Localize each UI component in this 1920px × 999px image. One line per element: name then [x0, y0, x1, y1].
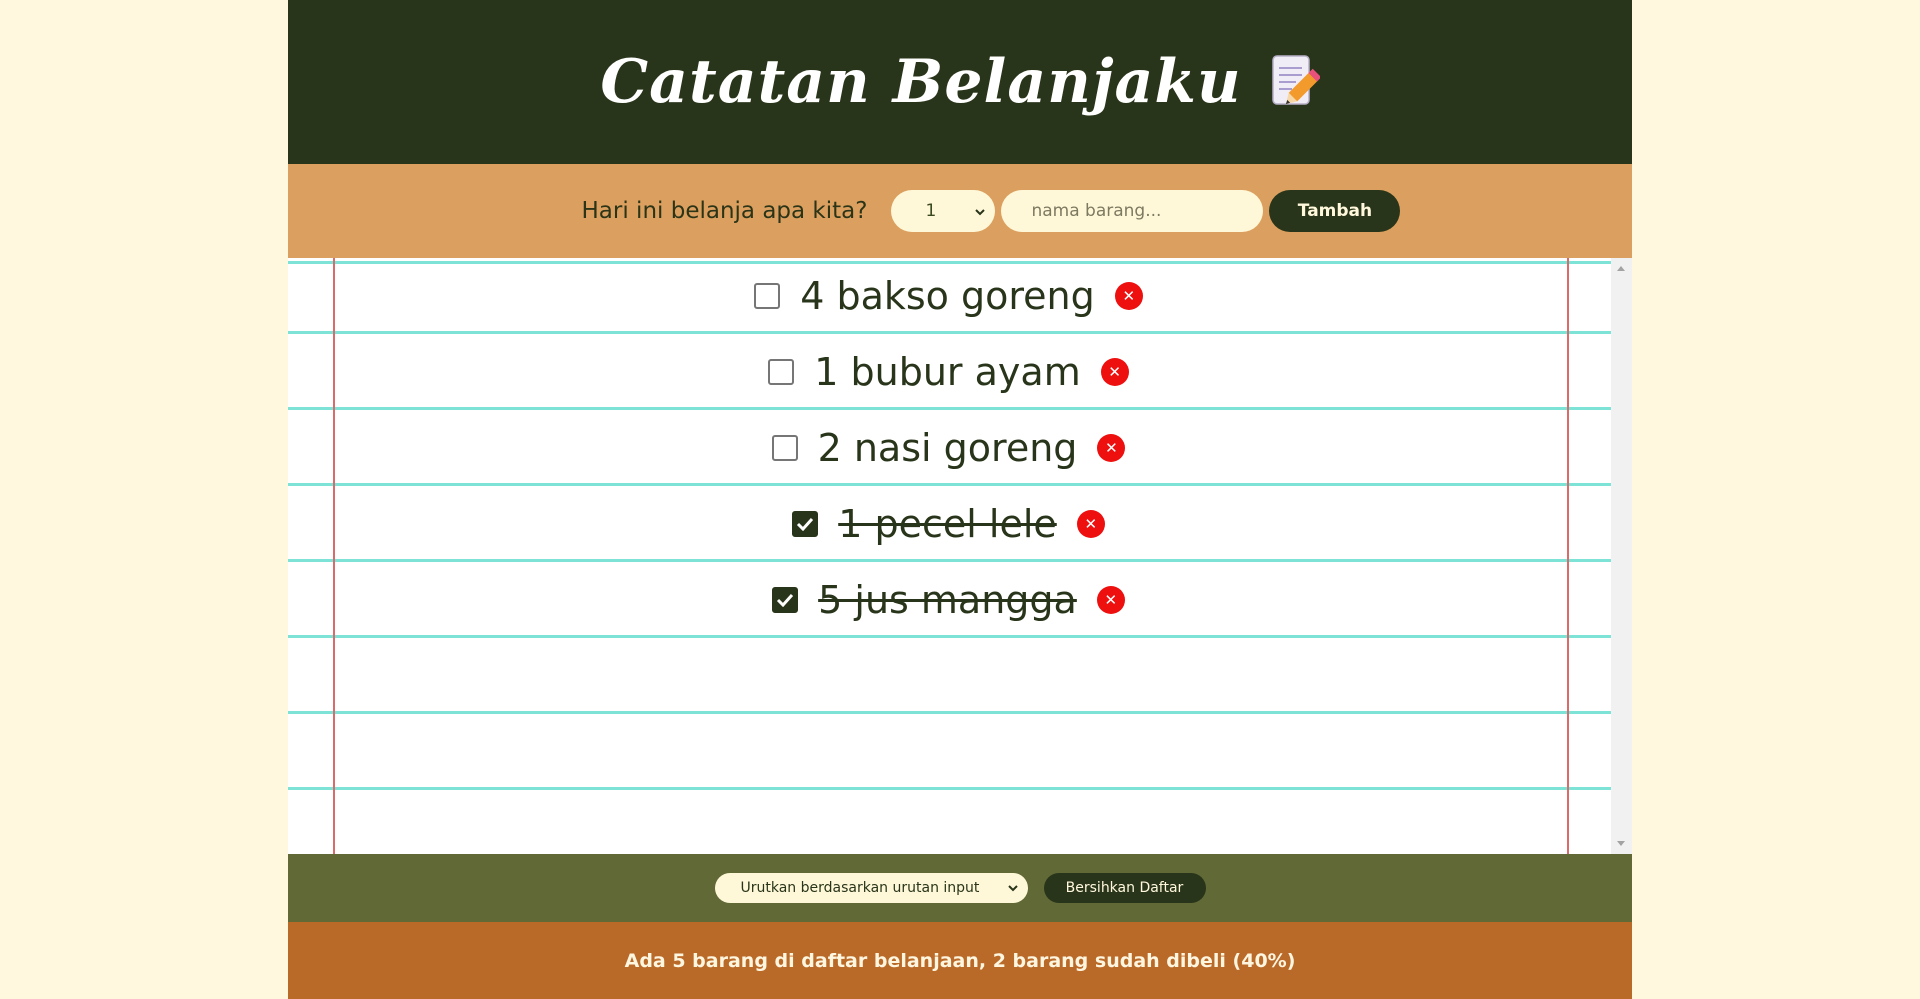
item-checkbox-checked[interactable] — [792, 511, 819, 537]
close-icon: ✕ — [1108, 363, 1121, 381]
list-item: 5 jus mangga ✕ — [288, 562, 1611, 638]
add-button[interactable]: Tambah — [1269, 190, 1401, 232]
item-checkbox[interactable] — [768, 359, 795, 385]
item-name-input[interactable] — [1001, 190, 1264, 232]
scroll-down-arrow-icon[interactable] — [1617, 841, 1625, 846]
list-item: 4 bakso goreng ✕ — [288, 258, 1611, 334]
shopping-list-app: Catatan Belanjaku Hari ini belanja apa k… — [288, 0, 1632, 999]
checkmark-icon — [797, 517, 814, 531]
quantity-selected-value: 1 — [925, 201, 937, 221]
sort-select[interactable]: Urutkan berdasarkan urutan input — [714, 873, 1028, 903]
close-icon: ✕ — [1105, 439, 1118, 457]
stats-text: Ada 5 barang di daftar belanjaan, 2 bara… — [624, 949, 1296, 972]
list-scrollbar[interactable] — [1611, 258, 1632, 854]
form-prompt: Hari ini belanja apa kita? — [581, 198, 868, 224]
checkmark-icon — [777, 593, 794, 607]
scroll-up-arrow-icon[interactable] — [1617, 266, 1625, 271]
shopping-list: 4 bakso goreng ✕ 1 bubur ayam ✕ 2 nasi g… — [288, 258, 1632, 854]
item-list: 4 bakso goreng ✕ 1 bubur ayam ✕ 2 nasi g… — [288, 258, 1611, 638]
clear-list-button[interactable]: Bersihkan Daftar — [1043, 873, 1206, 903]
item-checkbox[interactable] — [771, 435, 798, 461]
list-item: 1 bubur ayam ✕ — [288, 334, 1611, 410]
header: Catatan Belanjaku — [288, 0, 1632, 164]
delete-item-button[interactable]: ✕ — [1114, 282, 1143, 310]
item-label: 5 jus mangga — [818, 578, 1077, 622]
quantity-select[interactable]: 1 — [891, 190, 996, 232]
stats-footer: Ada 5 barang di daftar belanjaan, 2 bara… — [288, 922, 1632, 999]
page-title: Catatan Belanjaku — [600, 47, 1242, 117]
item-label: 2 nasi goreng — [817, 426, 1078, 470]
item-label: 1 pecel lele — [838, 502, 1057, 546]
item-label: 1 bubur ayam — [814, 350, 1081, 394]
close-icon: ✕ — [1122, 287, 1136, 305]
memo-pencil-icon — [1270, 54, 1321, 110]
delete-item-button[interactable]: ✕ — [1076, 510, 1105, 538]
item-label: 4 bakso goreng — [800, 274, 1095, 318]
delete-item-button[interactable]: ✕ — [1100, 358, 1129, 386]
item-checkbox[interactable] — [754, 283, 781, 309]
list-item: 1 pecel lele ✕ — [288, 486, 1611, 562]
delete-item-button[interactable]: ✕ — [1097, 434, 1126, 462]
add-item-form: Hari ini belanja apa kita? 1 Tambah — [288, 164, 1632, 258]
delete-item-button[interactable]: ✕ — [1096, 586, 1125, 614]
list-tools-bar: Urutkan berdasarkan urutan input Bersihk… — [288, 854, 1632, 922]
sort-selected-value: Urutkan berdasarkan urutan input — [740, 880, 980, 896]
chevron-down-icon — [975, 201, 986, 221]
item-checkbox-checked[interactable] — [772, 587, 799, 613]
list-item: 2 nasi goreng ✕ — [288, 410, 1611, 486]
close-icon: ✕ — [1084, 515, 1098, 533]
chevron-down-icon — [1007, 880, 1018, 896]
close-icon: ✕ — [1104, 591, 1118, 609]
